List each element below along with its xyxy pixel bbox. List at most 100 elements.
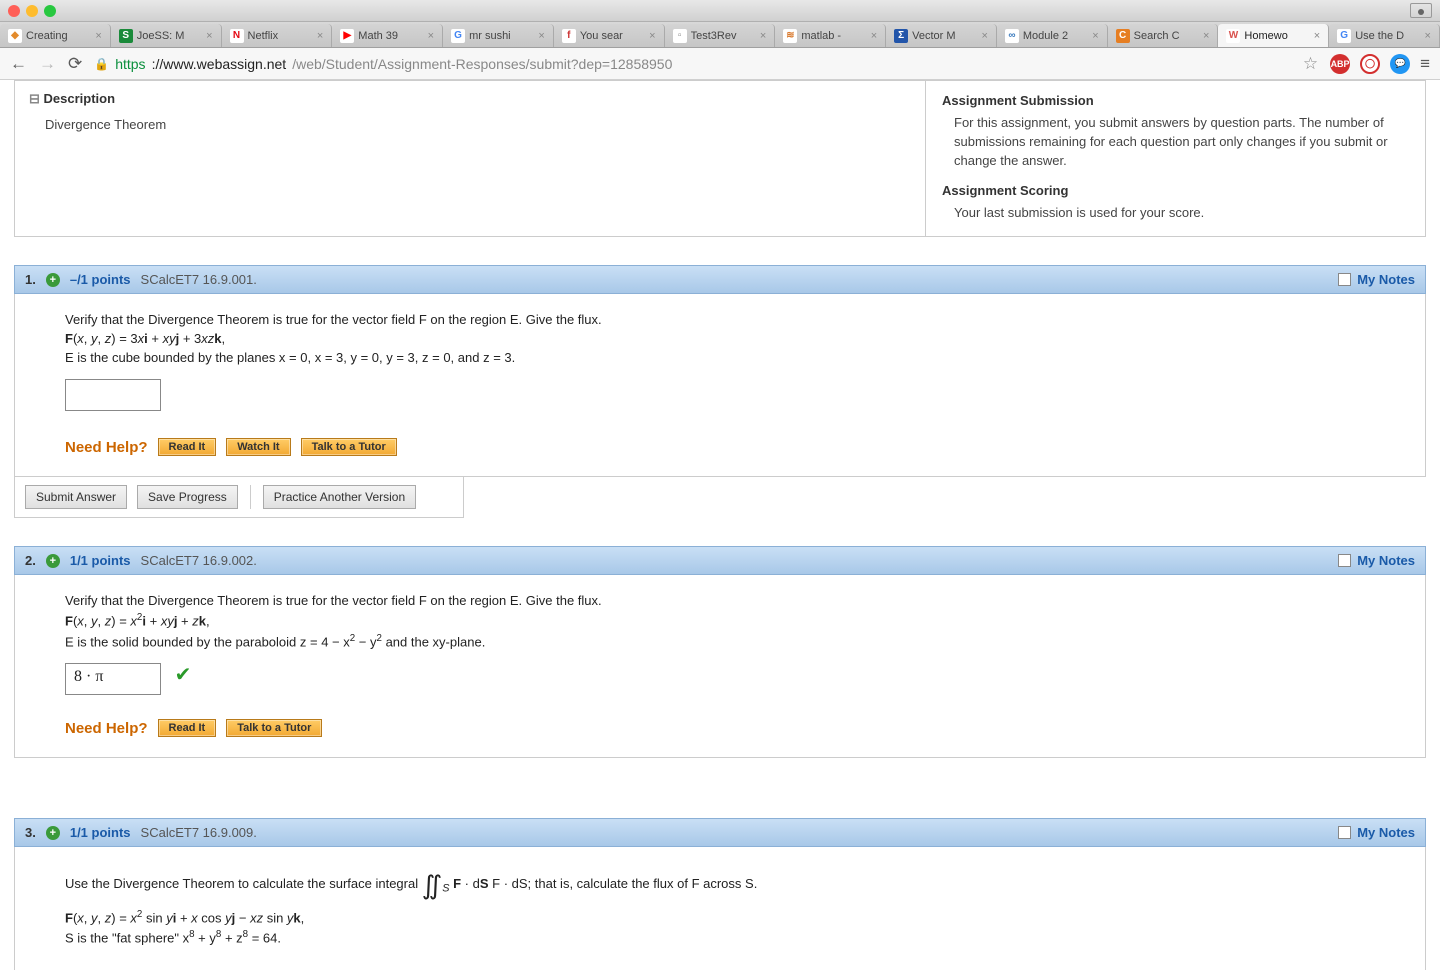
- favicon: f: [562, 29, 576, 43]
- browser-tab[interactable]: S JoeSS: M ×: [111, 24, 222, 47]
- watch-it-button[interactable]: Watch It: [226, 438, 290, 456]
- question-2-body: Verify that the Divergence Theorem is tr…: [14, 575, 1426, 758]
- my-notes-link[interactable]: My Notes: [1338, 553, 1415, 568]
- favicon: G: [1337, 29, 1351, 43]
- browser-tab[interactable]: ▶Math 39×: [332, 24, 443, 47]
- bookmark-star-icon[interactable]: ☆: [1303, 54, 1318, 74]
- favicon: N: [230, 29, 244, 43]
- minimize-window-dot[interactable]: [26, 5, 38, 17]
- description-body: Divergence Theorem: [29, 107, 911, 142]
- expand-icon[interactable]: +: [46, 273, 60, 287]
- practice-another-button[interactable]: Practice Another Version: [263, 485, 416, 509]
- address-bar[interactable]: 🔒 https://www.webassign.net/web/Student/…: [94, 56, 1291, 72]
- tab-label: Test3Rev: [691, 30, 756, 42]
- answer-input[interactable]: [65, 379, 161, 411]
- ext-icon-2[interactable]: ◯: [1360, 54, 1380, 74]
- browser-tab[interactable]: ▫ Test3Rev ×: [665, 24, 776, 47]
- browser-tab[interactable]: GUse the D×: [1329, 24, 1440, 47]
- notes-icon: [1338, 273, 1351, 286]
- tab-close-icon[interactable]: ×: [981, 30, 987, 42]
- browser-tab[interactable]: CSearch C×: [1108, 24, 1219, 47]
- submit-answer-button[interactable]: Submit Answer: [25, 485, 127, 509]
- question-source: SCalcET7 16.9.001.: [141, 272, 257, 287]
- need-help-label: Need Help?: [65, 720, 148, 737]
- back-icon[interactable]: ←: [10, 54, 27, 74]
- browser-tab[interactable]: f You sear ×: [554, 24, 665, 47]
- tab-close-icon[interactable]: ×: [538, 30, 544, 42]
- question-1: 1. + –/1 points SCalcET7 16.9.001. My No…: [14, 265, 1426, 518]
- talk-to-tutor-button[interactable]: Talk to a Tutor: [301, 438, 397, 456]
- tab-close-icon[interactable]: ×: [95, 30, 101, 42]
- favicon: ▶: [340, 29, 354, 43]
- talk-to-tutor-button[interactable]: Talk to a Tutor: [226, 719, 322, 737]
- menu-icon[interactable]: ≡: [1420, 54, 1430, 74]
- tab-close-icon[interactable]: ×: [1314, 30, 1320, 42]
- read-it-button[interactable]: Read It: [158, 438, 217, 456]
- answer-input[interactable]: 8 · π: [65, 663, 161, 695]
- tab-label: Creating: [26, 30, 91, 42]
- abp-ext-icon[interactable]: ABP: [1330, 54, 1350, 74]
- favicon: ▫: [673, 29, 687, 43]
- question-points: 1/1 points: [70, 553, 131, 568]
- question-source: SCalcET7 16.9.009.: [141, 825, 257, 840]
- question-prompt: Use the Divergence Theorem to calculate …: [65, 865, 1375, 895]
- question-prompt: Verify that the Divergence Theorem is tr…: [65, 312, 1375, 327]
- ext-icon-3[interactable]: 💬: [1390, 54, 1410, 74]
- maximize-window-dot[interactable]: [44, 5, 56, 17]
- browser-tab[interactable]: Gmr sushi ×: [443, 24, 554, 47]
- read-it-button[interactable]: Read It: [158, 719, 217, 737]
- browser-tab[interactable]: Σ Vector M ×: [886, 24, 997, 47]
- reload-icon[interactable]: ⟳: [68, 54, 82, 74]
- tab-label: Vector M: [912, 30, 977, 42]
- favicon: ∞: [1005, 29, 1019, 43]
- page-content: Description Divergence Theorem Assignmen…: [0, 80, 1440, 970]
- need-help-label: Need Help?: [65, 439, 148, 456]
- browser-tab[interactable]: N Netflix ×: [222, 24, 333, 47]
- region-text: S is the "fat sphere" x8 + y8 + z8 = 64.: [65, 929, 1375, 945]
- question-3-header: 3. + 1/1 points SCalcET7 16.9.009. My No…: [14, 818, 1426, 847]
- my-notes-link[interactable]: My Notes: [1338, 272, 1415, 287]
- browser-tab[interactable]: WHomewo×: [1218, 24, 1329, 47]
- save-progress-button[interactable]: Save Progress: [137, 485, 238, 509]
- tab-label: JoeSS: M: [137, 30, 202, 42]
- notes-icon: [1338, 826, 1351, 839]
- close-window-dot[interactable]: [8, 5, 20, 17]
- browser-tab[interactable]: ∞ Module 2 ×: [997, 24, 1108, 47]
- tab-close-icon[interactable]: ×: [760, 30, 766, 42]
- expand-icon[interactable]: +: [46, 826, 60, 840]
- question-1-header: 1. + –/1 points SCalcET7 16.9.001. My No…: [14, 265, 1426, 294]
- question-points: –/1 points: [70, 272, 131, 287]
- tab-close-icon[interactable]: ×: [206, 30, 212, 42]
- expand-icon[interactable]: +: [46, 554, 60, 568]
- favicon: G: [451, 29, 465, 43]
- description-heading[interactable]: Description: [29, 91, 911, 107]
- browser-tab[interactable]: ◆Creating×: [0, 24, 111, 47]
- tab-close-icon[interactable]: ×: [1092, 30, 1098, 42]
- tab-close-icon[interactable]: ×: [317, 30, 323, 42]
- profile-icon[interactable]: [1410, 3, 1432, 18]
- tab-close-icon[interactable]: ×: [1203, 30, 1209, 42]
- question-2-header: 2. + 1/1 points SCalcET7 16.9.002. My No…: [14, 546, 1426, 575]
- tab-label: You sear: [580, 30, 645, 42]
- tab-close-icon[interactable]: ×: [649, 30, 655, 42]
- forward-icon[interactable]: →: [39, 54, 56, 74]
- tab-close-icon[interactable]: ×: [428, 30, 434, 42]
- browser-tab[interactable]: ≋matlab -×: [775, 24, 886, 47]
- my-notes-link[interactable]: My Notes: [1338, 825, 1415, 840]
- tab-label: Module 2: [1023, 30, 1088, 42]
- tab-label: mr sushi: [469, 30, 534, 42]
- tab-close-icon[interactable]: ×: [1425, 30, 1431, 42]
- question-3: 3. + 1/1 points SCalcET7 16.9.009. My No…: [14, 818, 1426, 970]
- favicon: S: [119, 29, 133, 43]
- description-panel: Description Divergence Theorem: [15, 81, 925, 236]
- submission-heading: Assignment Submission: [942, 93, 1409, 108]
- assignment-info-panel: Assignment Submission For this assignmen…: [925, 81, 1425, 236]
- tab-label: Netflix: [248, 30, 313, 42]
- vector-field: F(x, y, z) = x2 sin yi + x cos yj − xz s…: [65, 909, 1375, 925]
- scoring-heading: Assignment Scoring: [942, 183, 1409, 198]
- tab-close-icon[interactable]: ×: [871, 30, 877, 42]
- lock-icon: 🔒: [94, 57, 109, 71]
- favicon: Σ: [894, 29, 908, 43]
- question-1-body: Verify that the Divergence Theorem is tr…: [14, 294, 1426, 477]
- browser-toolbar: ← → ⟳ 🔒 https://www.webassign.net/web/St…: [0, 48, 1440, 80]
